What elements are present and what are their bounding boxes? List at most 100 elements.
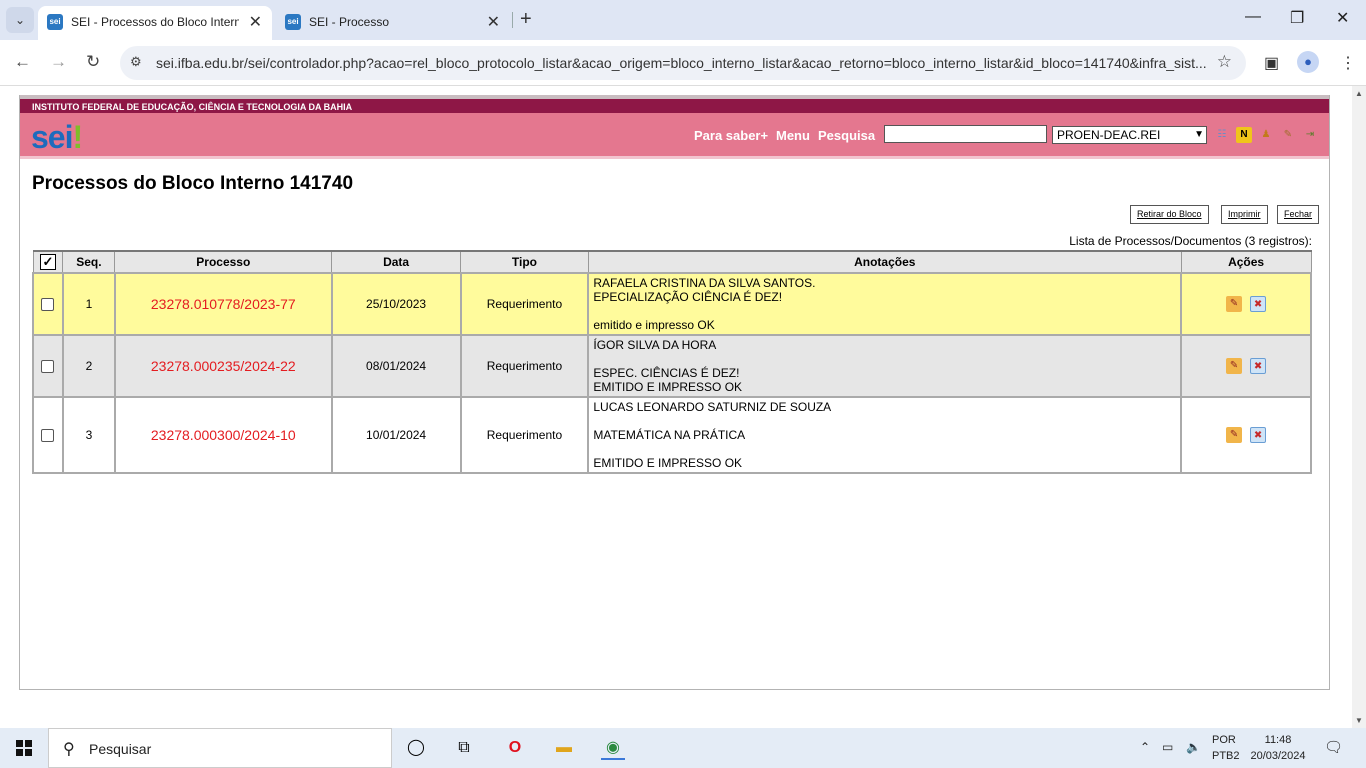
process-link[interactable]: 23278.000300/2024-10 bbox=[113, 396, 333, 474]
tab-divider bbox=[512, 12, 513, 28]
row-annotation: LUCAS LEONARDO SATURNIZ DE SOUZA MATEMÁT… bbox=[587, 396, 1183, 474]
volume-icon[interactable]: 🔈 bbox=[1186, 740, 1201, 754]
remove-from-block-icon[interactable]: ✖ bbox=[1250, 296, 1267, 312]
cortana-icon[interactable]: ◯ bbox=[404, 736, 428, 760]
tab-processos-bloco[interactable]: sei SEI - Processos do Bloco Interno ✕ bbox=[38, 6, 272, 40]
forward-icon[interactable]: → bbox=[50, 52, 67, 72]
close-tab-icon[interactable]: ✕ bbox=[249, 12, 262, 32]
file-explorer-icon[interactable]: ▬ bbox=[552, 736, 576, 760]
close-window-icon[interactable]: ✕ bbox=[1336, 8, 1349, 28]
search-input[interactable] bbox=[884, 125, 1047, 143]
row-annotation: ÍGOR SILVA DA HORA ESPEC. CIÊNCIAS É DEZ… bbox=[587, 334, 1183, 398]
reload-icon[interactable]: ↻ bbox=[86, 52, 100, 72]
language-code: POR bbox=[1212, 734, 1236, 746]
opera-icon[interactable]: O bbox=[503, 736, 527, 760]
annotation-icon[interactable]: ✎ bbox=[1226, 427, 1243, 443]
taskbar-search-box[interactable]: ⚲ Pesquisar bbox=[48, 728, 392, 768]
retirar-do-bloco-button[interactable]: Retirar do Bloco bbox=[1130, 205, 1209, 224]
row-actions: ✎ ✖ bbox=[1180, 396, 1312, 474]
view-list-icon[interactable]: ☷ bbox=[1214, 127, 1230, 143]
row-seq: 3 bbox=[61, 396, 116, 474]
process-link[interactable]: 23278.000235/2024-22 bbox=[113, 334, 333, 398]
select-all-checkbox[interactable]: ✓ bbox=[32, 250, 64, 274]
menu-link[interactable]: Menu bbox=[776, 128, 810, 143]
row-annotation: RAFAELA CRISTINA DA SILVA SANTOS. EPECIA… bbox=[587, 272, 1183, 336]
search-icon: ⚲ bbox=[63, 741, 75, 758]
notifications-icon[interactable]: 🗨 bbox=[1324, 738, 1343, 756]
row-checkbox[interactable] bbox=[32, 272, 64, 336]
sei-favicon-icon: sei bbox=[285, 14, 301, 30]
profile-avatar-icon[interactable]: ● bbox=[1297, 51, 1319, 73]
header-seq: Seq. bbox=[62, 250, 116, 274]
header-anotacoes: Anotações bbox=[587, 250, 1182, 274]
browser-tab-bar: ⌄ sei SEI - Processos do Bloco Interno ✕… bbox=[0, 0, 1366, 40]
row-date: 25/10/2023 bbox=[330, 272, 462, 336]
tools-icon[interactable]: ✎ bbox=[1280, 127, 1296, 143]
close-tab-icon[interactable]: ✕ bbox=[487, 12, 500, 32]
row-actions: ✎ ✖ bbox=[1180, 272, 1312, 336]
language-indicator[interactable]: POR PTB2 bbox=[1212, 732, 1240, 764]
header-processo[interactable]: Processo bbox=[114, 250, 333, 274]
tab-sei-processo[interactable]: sei SEI - Processo ✕ bbox=[276, 6, 510, 40]
menu-kebab-icon[interactable]: ⋮ bbox=[1340, 53, 1356, 73]
url-text[interactable]: sei.ifba.edu.br/sei/controlador.php?acao… bbox=[156, 55, 1208, 71]
sei-header: sei! Para saber+ Menu Pesquisa PROEN-DEA… bbox=[20, 113, 1329, 159]
scroll-up-icon[interactable]: ▲ bbox=[1355, 89, 1363, 98]
clock-time: 11:48 bbox=[1264, 734, 1292, 746]
back-icon[interactable]: ← bbox=[14, 52, 31, 72]
clock-date: 20/03/2024 bbox=[1250, 750, 1306, 762]
vertical-scrollbar[interactable]: ▲ ▼ bbox=[1352, 86, 1366, 728]
minimize-icon[interactable]: — bbox=[1245, 8, 1261, 26]
sei-logo[interactable]: sei! bbox=[31, 119, 83, 156]
scroll-down-icon[interactable]: ▼ bbox=[1355, 716, 1363, 725]
windows-start-icon[interactable] bbox=[16, 740, 32, 756]
news-icon[interactable]: N bbox=[1236, 127, 1252, 143]
annotation-icon[interactable]: ✎ bbox=[1226, 358, 1243, 374]
exit-icon[interactable]: ⇥ bbox=[1302, 127, 1318, 143]
chrome-icon[interactable]: ◉ bbox=[601, 736, 625, 760]
sei-frame: INSTITUTO FEDERAL DE EDUCAÇÃO, CIÊNCIA E… bbox=[19, 95, 1330, 690]
row-checkbox[interactable] bbox=[32, 334, 64, 398]
restore-icon[interactable]: ❐ bbox=[1290, 8, 1304, 28]
battery-icon[interactable]: ▭ bbox=[1162, 740, 1173, 754]
side-panel-icon[interactable]: ▣ bbox=[1264, 53, 1279, 73]
institution-name: INSTITUTO FEDERAL DE EDUCAÇÃO, CIÊNCIA E… bbox=[32, 102, 353, 112]
unit-select-value: PROEN-DEAC.REI bbox=[1057, 128, 1161, 142]
sei-favicon-icon: sei bbox=[47, 14, 63, 30]
row-date: 10/01/2024 bbox=[330, 396, 462, 474]
remove-from-block-icon[interactable]: ✖ bbox=[1250, 427, 1267, 443]
bookmark-star-icon[interactable]: ☆ bbox=[1217, 52, 1232, 72]
table-row: 1 23278.010778/2023-77 25/10/2023 Requer… bbox=[32, 272, 1312, 336]
user-icon[interactable]: ♟ bbox=[1258, 127, 1274, 143]
para-saber-link[interactable]: Para saber+ bbox=[694, 128, 768, 143]
institution-bar: INSTITUTO FEDERAL DE EDUCAÇÃO, CIÊNCIA E… bbox=[20, 95, 1329, 113]
system-clock[interactable]: 11:48 20/03/2024 bbox=[1248, 732, 1308, 764]
row-type: Requerimento bbox=[459, 396, 590, 474]
new-tab-button[interactable]: + bbox=[520, 8, 532, 31]
remove-from-block-icon[interactable]: ✖ bbox=[1250, 358, 1267, 374]
fechar-button[interactable]: Fechar bbox=[1277, 205, 1320, 224]
table-row: 3 23278.000300/2024-10 10/01/2024 Requer… bbox=[32, 396, 1312, 474]
show-hidden-icons-icon[interactable]: ⌃ bbox=[1140, 740, 1150, 754]
page-title: Processos do Bloco Interno 141740 bbox=[32, 173, 354, 194]
row-actions: ✎ ✖ bbox=[1180, 334, 1312, 398]
tab-search-dropdown[interactable]: ⌄ bbox=[6, 7, 34, 33]
row-type: Requerimento bbox=[459, 272, 590, 336]
imprimir-button[interactable]: Imprimir bbox=[1221, 205, 1268, 224]
unit-select[interactable]: PROEN-DEAC.REI ▼ bbox=[1052, 126, 1207, 144]
keyboard-layout: PTB2 bbox=[1212, 750, 1240, 762]
browser-toolbar: ← → ↻ ⚙ sei.ifba.edu.br/sei/controlador.… bbox=[0, 40, 1366, 86]
site-info-icon[interactable]: ⚙ bbox=[130, 54, 142, 70]
pesquisa-link[interactable]: Pesquisa bbox=[818, 128, 875, 143]
row-seq: 1 bbox=[61, 272, 116, 336]
row-seq: 2 bbox=[61, 334, 116, 398]
address-bar[interactable]: ⚙ sei.ifba.edu.br/sei/controlador.php?ac… bbox=[120, 46, 1246, 80]
header-data: Data bbox=[331, 250, 461, 274]
task-view-icon[interactable]: ⧉ bbox=[452, 736, 476, 760]
row-checkbox[interactable] bbox=[32, 396, 64, 474]
header-tipo: Tipo bbox=[460, 250, 589, 274]
process-link[interactable]: 23278.010778/2023-77 bbox=[113, 272, 333, 336]
annotation-icon[interactable]: ✎ bbox=[1226, 296, 1243, 312]
table-row: 2 23278.000235/2024-22 08/01/2024 Requer… bbox=[32, 334, 1312, 398]
page-viewport: ▲ ▼ INSTITUTO FEDERAL DE EDUCAÇÃO, CIÊNC… bbox=[0, 86, 1366, 728]
